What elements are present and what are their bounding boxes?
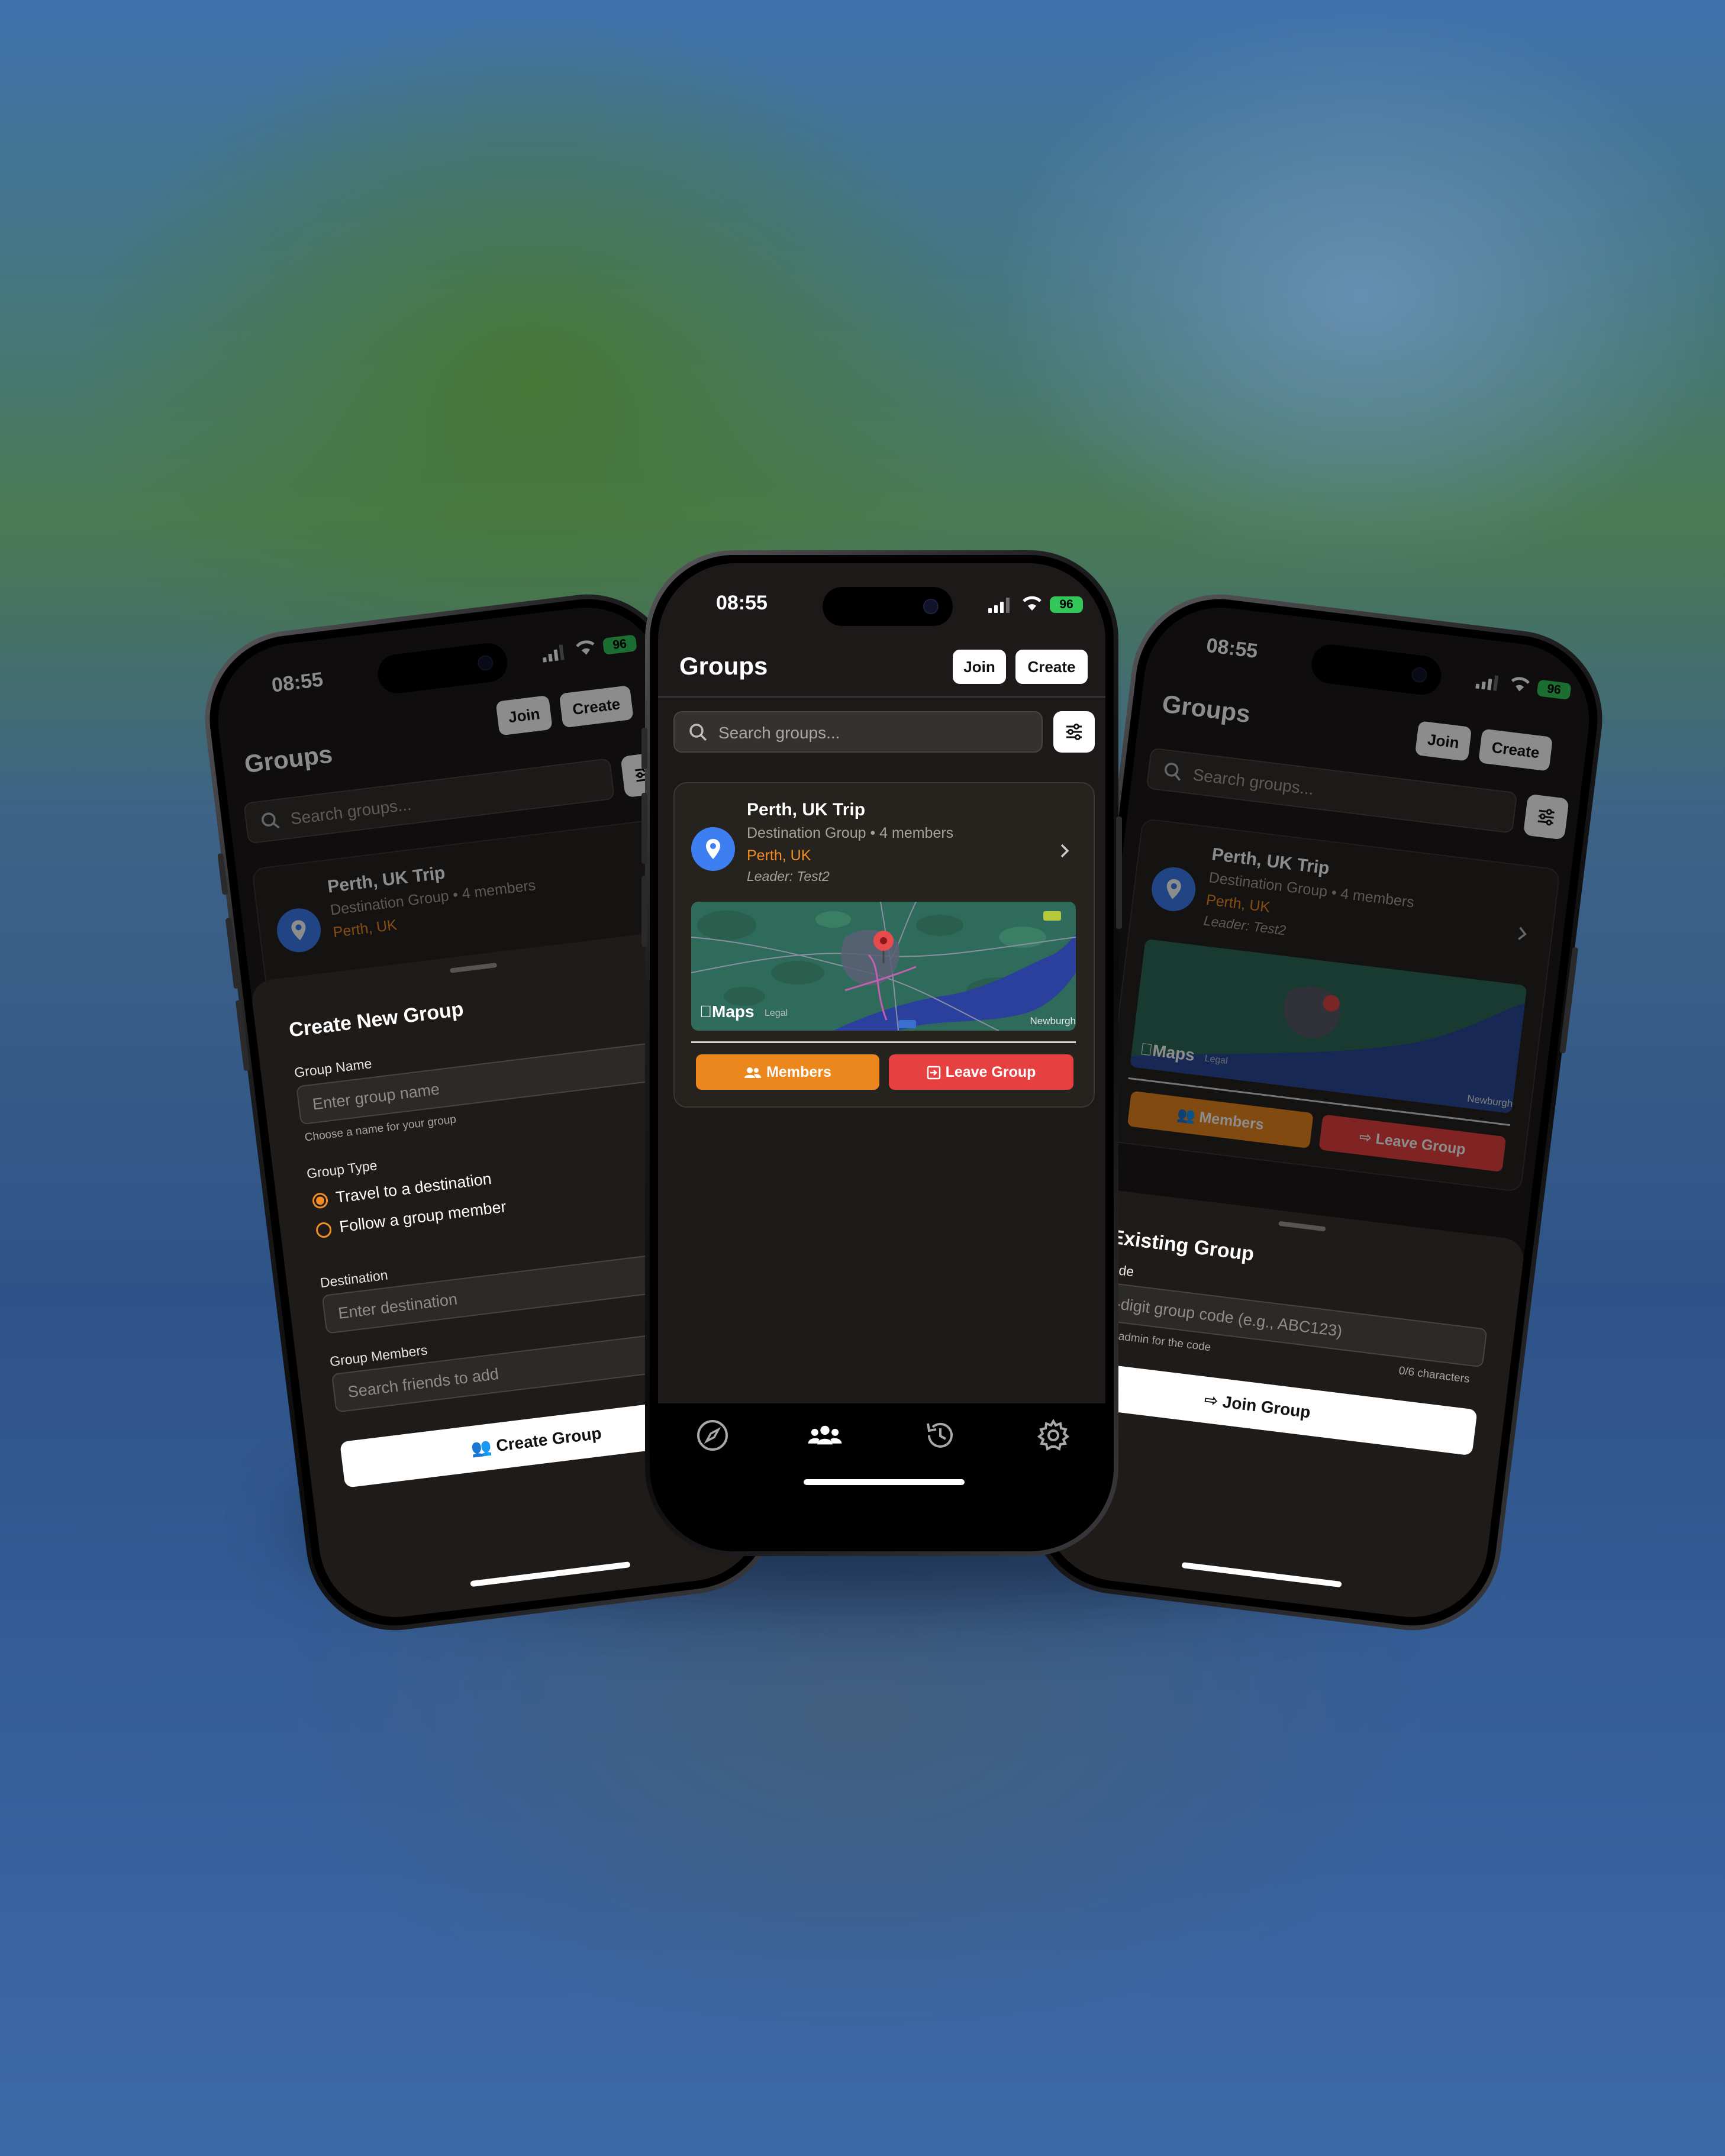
battery-indicator: 96	[1050, 596, 1083, 613]
header-divider	[658, 696, 1105, 698]
filter-button[interactable]	[1053, 711, 1095, 753]
map-place-label: Newburgh	[1030, 1015, 1076, 1027]
search-icon	[689, 724, 707, 741]
wifi-icon	[1023, 596, 1042, 611]
phone-center: 08:55 96 Groups Join Create Search group…	[641, 550, 1122, 1556]
status-time: 08:55	[716, 592, 768, 614]
create-button[interactable]: Create	[1015, 650, 1088, 684]
join-button[interactable]: Join	[953, 650, 1006, 684]
group-location: Perth, UK	[747, 847, 811, 864]
settings-icon[interactable]	[1036, 1418, 1071, 1453]
screen-join: 08:55 96 Groups Join Create Search group…	[1034, 599, 1598, 1626]
chevron-right-icon[interactable]	[1059, 843, 1070, 859]
home-indicator	[804, 1479, 965, 1485]
group-name-label: Group Name	[293, 1056, 373, 1080]
explore-icon[interactable]	[695, 1418, 730, 1453]
group-name-field[interactable]: Enter group name	[296, 1038, 689, 1125]
history-icon[interactable]	[922, 1418, 957, 1453]
group-card[interactable]: Perth, UK Trip Destination Group • 4 mem…	[673, 782, 1095, 1108]
search-bar[interactable]: Search groups...	[673, 711, 1043, 753]
map-legal-link[interactable]: Legal	[765, 1008, 788, 1019]
tab-bar	[658, 1403, 1105, 1543]
members-button[interactable]: Members	[696, 1054, 879, 1090]
card-divider	[691, 1041, 1076, 1043]
sheet-title: Create New Group	[288, 998, 465, 1042]
radio-follow[interactable]	[315, 1221, 333, 1239]
leave-group-button[interactable]: Leave Group	[889, 1054, 1073, 1090]
maps-logo: Maps	[699, 1002, 755, 1021]
group-subtitle: Destination Group • 4 members	[747, 825, 954, 841]
character-counter: 0/6 characters	[1398, 1364, 1471, 1386]
dynamic-island	[823, 587, 953, 626]
add-user-icon: 👥	[470, 1437, 498, 1458]
login-icon: ⇨	[1203, 1390, 1224, 1411]
page-title: Groups	[679, 652, 768, 680]
search-input[interactable]: Search groups...	[718, 724, 840, 743]
people-icon	[744, 1067, 762, 1079]
exit-icon	[927, 1066, 940, 1080]
groups-icon[interactable]	[807, 1418, 843, 1453]
group-leader: Leader: Test2	[747, 869, 830, 884]
screen-groups: 08:55 96 Groups Join Create Search group…	[658, 563, 1105, 1543]
group-title: Perth, UK Trip	[747, 800, 866, 819]
sliders-icon	[1066, 724, 1082, 740]
sheet-grabber[interactable]	[449, 962, 498, 973]
sheet-grabber[interactable]	[1278, 1221, 1326, 1232]
location-pin-icon	[691, 827, 735, 871]
radio-travel[interactable]	[311, 1192, 329, 1209]
signal-icon	[988, 598, 1010, 613]
group-type-label: Group Type	[305, 1157, 378, 1182]
map-preview[interactable]: Maps Legal Newburgh	[691, 902, 1076, 1031]
destination-label: Destination	[319, 1267, 389, 1291]
